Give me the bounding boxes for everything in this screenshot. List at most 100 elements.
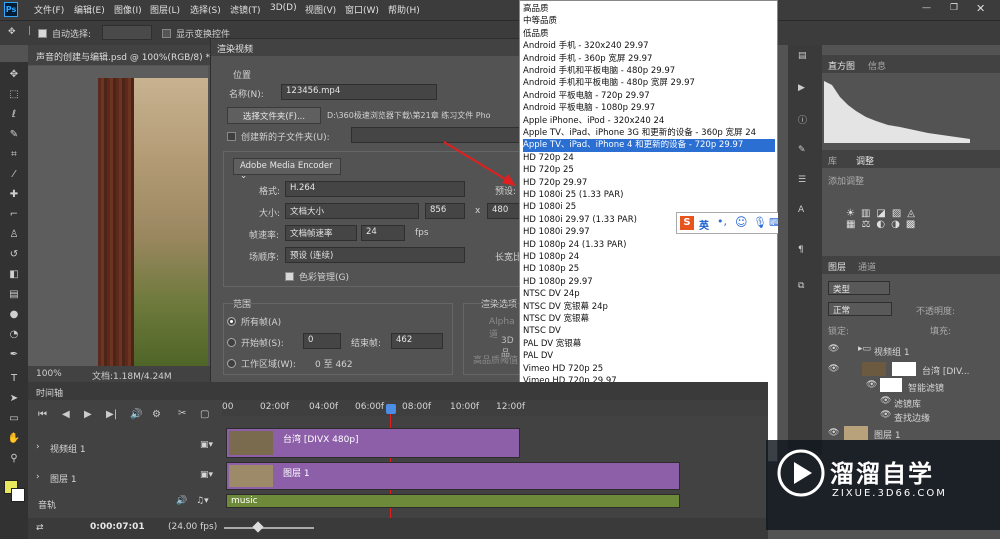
clip-taiwan[interactable]: 台湾 [DIVX 480p] xyxy=(226,428,520,458)
eyedropper-icon[interactable]: ⁄ xyxy=(6,168,22,182)
layer-filter-gallery[interactable]: 滤镜库 xyxy=(894,397,921,410)
auto-select-checkbox[interactable] xyxy=(38,29,47,38)
voice-icon[interactable]: 🎙 xyxy=(753,216,767,229)
menu-filter[interactable]: 滤镜(T) xyxy=(230,3,261,16)
layer-kind-filter[interactable]: 类型 xyxy=(828,281,890,295)
size-select[interactable]: 文档大小 xyxy=(285,203,419,219)
height-input[interactable]: 480 xyxy=(487,203,521,219)
track-expand-icon[interactable]: › xyxy=(36,442,40,452)
preset-option[interactable]: NTSC DV 宽银幕 xyxy=(523,313,775,325)
visibility-icon[interactable]: 👁 xyxy=(828,344,839,354)
width-input[interactable]: 856 xyxy=(425,203,465,219)
visibility-icon[interactable]: 👁 xyxy=(880,410,891,420)
show-transform-checkbox[interactable] xyxy=(162,29,171,38)
type-icon[interactable]: T xyxy=(6,372,22,386)
preset-option[interactable]: HD 1080p 24 xyxy=(523,251,775,263)
transition-icon[interactable]: ▢ xyxy=(200,409,209,420)
play-icon[interactable]: ▶ xyxy=(798,83,805,93)
move-icon[interactable]: ✥ xyxy=(6,68,22,82)
preset-option[interactable]: 高品质 xyxy=(523,3,775,15)
hand-icon[interactable]: ✋ xyxy=(6,432,22,446)
punctuation-icon[interactable]: •, xyxy=(717,215,727,228)
track-options-icon[interactable]: ▣▾ xyxy=(200,440,213,450)
stamp-icon[interactable]: ♙ xyxy=(6,228,22,242)
preset-option[interactable]: PAL DV 宽银幕 xyxy=(523,338,775,350)
preset-option[interactable]: HD 1080p 29.97 xyxy=(523,276,775,288)
lasso-icon[interactable]: ℓ xyxy=(6,108,22,122)
auto-select-dropdown[interactable] xyxy=(102,25,152,40)
preset-option[interactable]: Android 手机和平板电脑 - 480p 29.97 xyxy=(523,65,775,77)
tab-layers[interactable]: 图层 xyxy=(828,260,846,273)
preset-option[interactable]: Vimeo HD 720p 25 xyxy=(523,363,775,375)
time-ruler[interactable] xyxy=(222,400,768,416)
tab-library[interactable]: 库 xyxy=(828,154,837,167)
preset-option[interactable]: Apple TV、iPad、iPhone 3G 和更新的设备 - 360p 宽屏… xyxy=(523,127,775,139)
character-icon[interactable]: A xyxy=(798,205,804,215)
zoom-slider[interactable] xyxy=(224,527,314,529)
start-frame-radio[interactable] xyxy=(227,338,236,347)
preset-option[interactable]: Android 手机和平板电脑 - 480p 宽屏 29.97 xyxy=(523,77,775,89)
menu-layer[interactable]: 图层(L) xyxy=(150,3,180,16)
tab-histogram[interactable]: 直方图 xyxy=(828,59,855,72)
menu-edit[interactable]: 编辑(E) xyxy=(74,3,105,16)
menu-view[interactable]: 视图(V) xyxy=(305,3,336,16)
preset-option[interactable]: 中等品质 xyxy=(523,15,775,27)
close-icon[interactable]: ✕ xyxy=(976,2,985,15)
menu-help[interactable]: 帮助(H) xyxy=(388,3,420,16)
preset-option[interactable]: PAL DV xyxy=(523,350,775,362)
color-management-checkbox[interactable] xyxy=(285,272,294,281)
adjustment-icons[interactable]: ☀▥◪▨◬ ▦⚖◐◑▩ xyxy=(846,208,956,242)
preset-option[interactable]: NTSC DV 24p xyxy=(523,288,775,300)
prev-frame-icon[interactable]: ◀ xyxy=(62,409,70,420)
preset-option[interactable]: Apple TV、iPad、iPhone 4 和更新的设备 - 720p 29.… xyxy=(523,139,775,152)
music-note-icon[interactable]: ♫▾ xyxy=(196,496,209,506)
minimize-icon[interactable]: — xyxy=(922,3,931,13)
preset-option[interactable]: Android 手机 - 320x240 29.97 xyxy=(523,40,775,52)
preset-option[interactable]: HD 720p 25 xyxy=(523,164,775,176)
preset-option[interactable]: HD 1080p 25 xyxy=(523,263,775,275)
layer-taiwan[interactable]: 台湾 [DIV... xyxy=(922,364,970,377)
playhead[interactable] xyxy=(386,404,396,414)
format-select[interactable]: H.264 xyxy=(285,181,465,197)
next-frame-icon[interactable]: ▶| xyxy=(106,409,117,420)
play-button-icon[interactable]: ▶ xyxy=(84,409,92,420)
tab-channels[interactable]: 通道 xyxy=(858,260,876,273)
background-color-swatch[interactable] xyxy=(11,488,25,502)
visibility-icon[interactable]: 👁 xyxy=(880,396,891,406)
info-icon[interactable]: ⓘ xyxy=(798,113,807,126)
track-options-icon[interactable]: ▣▾ xyxy=(200,470,213,480)
convert-icon[interactable]: ⇄ xyxy=(36,523,44,533)
preset-option[interactable]: NTSC DV 宽银幕 24p xyxy=(523,301,775,313)
preset-option[interactable]: Android 手机 - 360p 宽屏 29.97 xyxy=(523,53,775,65)
encoder-select[interactable]: Adobe Media Encoder ⌄ xyxy=(233,158,341,181)
menu-image[interactable]: 图像(I) xyxy=(114,3,142,16)
emoji-icon[interactable]: ☺ xyxy=(735,215,748,229)
history-icon[interactable]: ▤ xyxy=(798,51,807,61)
blur-icon[interactable]: ● xyxy=(6,308,22,322)
preset-option[interactable]: HD 720p 29.97 xyxy=(523,177,775,189)
marquee-icon[interactable]: ⬚ xyxy=(6,88,22,102)
preset-option[interactable]: HD 720p 24 xyxy=(523,152,775,164)
preset-option[interactable]: HD 1080i 25 (1.33 PAR) xyxy=(523,189,775,201)
field-order-select[interactable]: 预设 (连续) xyxy=(285,247,465,263)
preset-option[interactable]: NTSC DV xyxy=(523,325,775,337)
preset-option[interactable]: HD 1080p 24 (1.33 PAR) xyxy=(523,239,775,251)
mute-icon[interactable]: 🔊 xyxy=(176,496,187,506)
blend-mode-select[interactable]: 正常 xyxy=(828,302,892,316)
menu-file[interactable]: 文件(F) xyxy=(34,3,64,16)
eraser-icon[interactable]: ◧ xyxy=(6,268,22,282)
work-area-radio[interactable] xyxy=(227,359,236,368)
settings-icon[interactable]: ⚙ xyxy=(152,409,161,420)
clip-music[interactable]: music xyxy=(226,494,680,508)
fps-select[interactable]: 文档帧速率 xyxy=(285,225,357,241)
preset-option[interactable]: Android 平板电脑 - 1080p 29.97 xyxy=(523,102,775,114)
preset-option[interactable]: 低品质 xyxy=(523,28,775,40)
visibility-icon[interactable]: 👁 xyxy=(828,428,839,438)
pen-icon[interactable]: ✒ xyxy=(6,348,22,362)
brush-icon[interactable]: ⌐ xyxy=(6,208,22,222)
menu-type[interactable]: 选择(S) xyxy=(190,3,221,16)
first-frame-icon[interactable]: ⏮ xyxy=(38,409,47,420)
all-frames-radio[interactable] xyxy=(227,317,236,326)
preset-option[interactable]: Android 平板电脑 - 720p 29.97 xyxy=(523,90,775,102)
layer-video-group[interactable]: 视频组 1 xyxy=(874,345,910,358)
